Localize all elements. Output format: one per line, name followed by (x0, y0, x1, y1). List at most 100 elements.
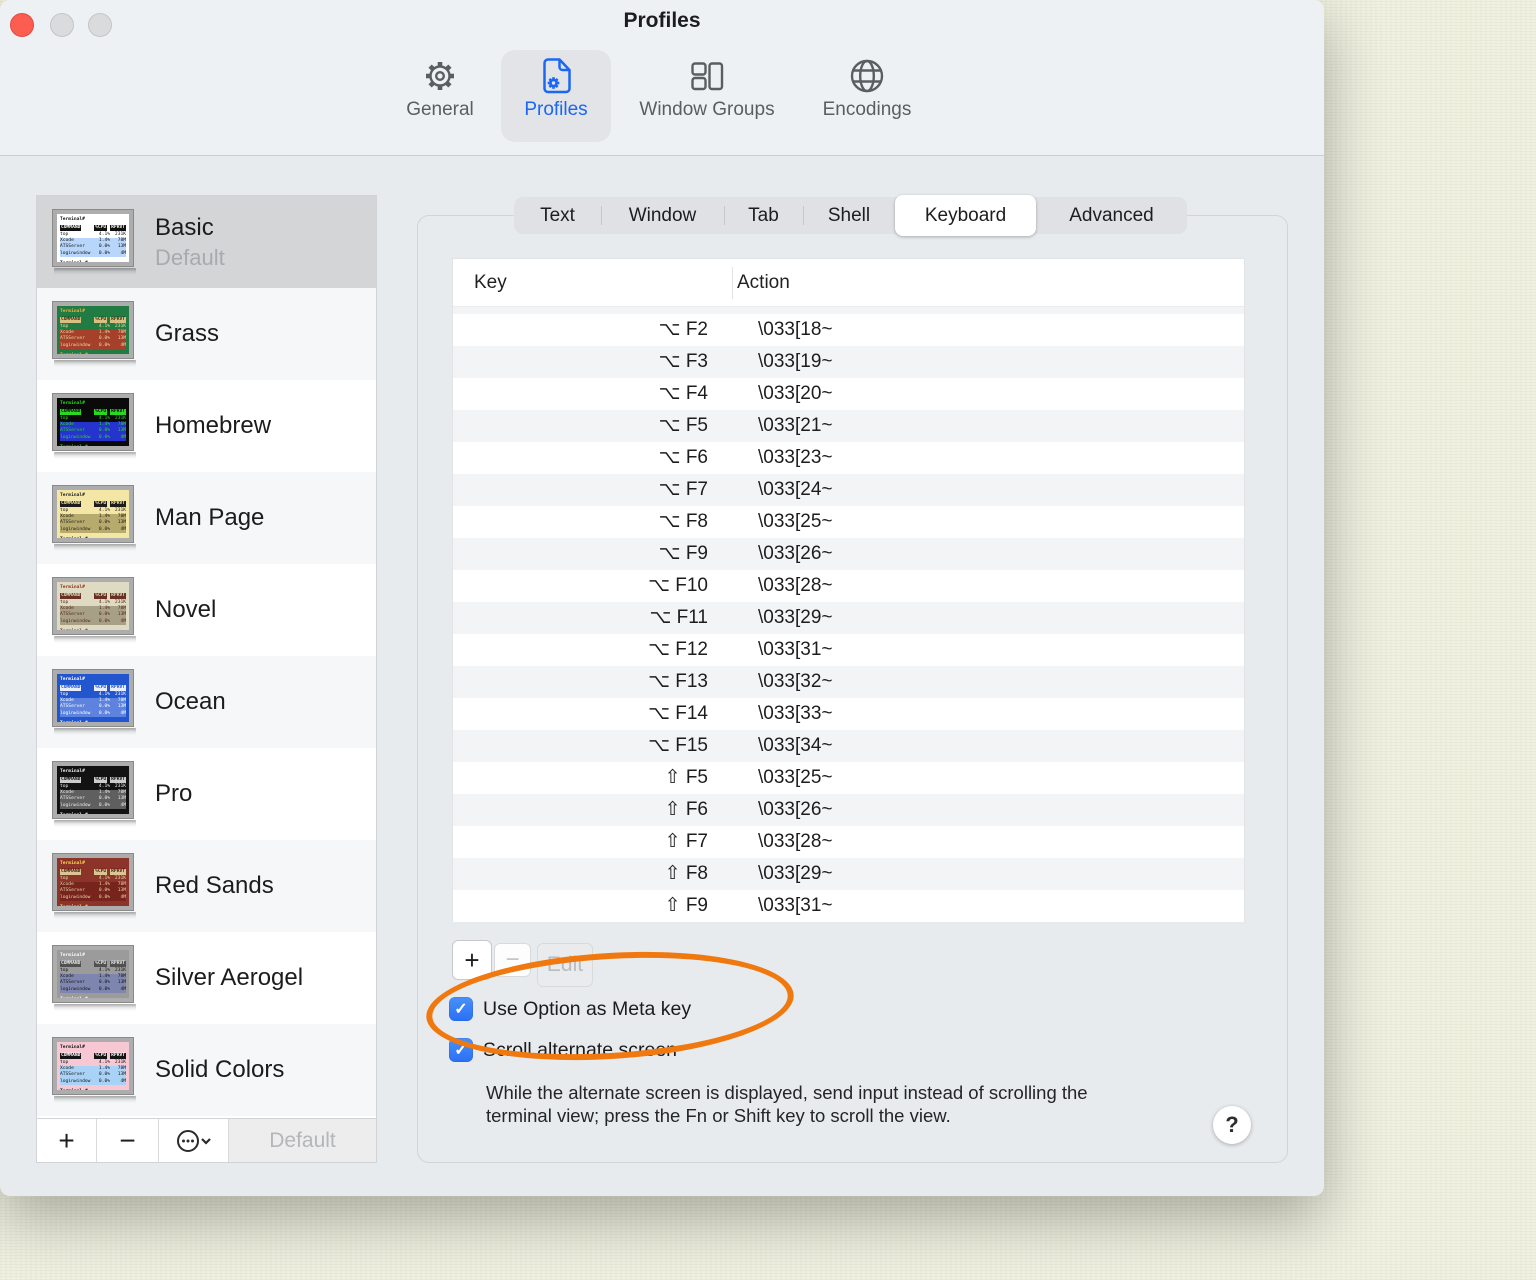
key-binding-row[interactable]: ⌥ F14 \033[33~ (453, 698, 1244, 730)
key-binding-row[interactable]: ⌥ F8 \033[25~ (453, 506, 1244, 538)
key-binding-row[interactable]: ⌥ F4 \033[20~ (453, 378, 1244, 410)
binding-action: \033[18~ (758, 319, 833, 340)
add-profile-button[interactable]: + (37, 1119, 97, 1162)
binding-action: \033[31~ (758, 639, 833, 660)
key-binding-row[interactable]: ⇧ F5 \033[25~ (453, 762, 1244, 794)
gear-icon (418, 54, 462, 98)
binding-key: ⇧ F7 (664, 831, 708, 852)
profile-name: Solid Colors (155, 1056, 285, 1083)
tab-label: Advanced (1069, 204, 1154, 226)
help-button[interactable]: ? (1213, 1106, 1251, 1144)
profile-list-item-silver-aerogel[interactable]: Terminal# COMMAND %CPU RPRVT top 4.1% 231K Xcod… (37, 932, 376, 1024)
binding-action: \033[25~ (758, 767, 833, 788)
key-binding-row[interactable]: ⌥ F15 \033[34~ (453, 730, 1244, 762)
column-header-action[interactable]: Action (711, 272, 790, 294)
tab-text[interactable]: Text (514, 197, 601, 234)
profile-list-item-basic[interactable]: Terminal# COMMAND %CPU RPRVT top 4.1% 231K Xcod… (37, 196, 376, 288)
scroll-alternate-screen-checkbox[interactable]: ✓ Scroll alternate screen (449, 1038, 677, 1062)
use-option-as-meta-key-checkbox[interactable]: ✓ Use Option as Meta key (449, 997, 691, 1021)
key-bindings-table: Key Action ⌥ F2 \033[18~ ⌥ F3 \033[19~ ⌥… (452, 258, 1245, 922)
binding-key: ⌥ F10 (648, 575, 708, 596)
thumbnail-reflection (54, 359, 136, 367)
tab-label: Tab (748, 204, 779, 226)
key-binding-row[interactable]: ⌥ F12 \033[31~ (453, 634, 1244, 666)
sidebar-footer: + − Default (37, 1118, 376, 1162)
tab-keyboard[interactable]: Keyboard (895, 195, 1036, 236)
profile-list-item-pro[interactable]: Terminal# COMMAND %CPU RPRVT top 4.1% 231K Xcod… (37, 748, 376, 840)
profile-name: Grass (155, 320, 220, 347)
column-header-key[interactable]: Key (453, 272, 711, 294)
profile-list-item-solid-colors[interactable]: Terminal# COMMAND %CPU RPRVT top 4.1% 231K Xcod… (37, 1024, 376, 1116)
binding-action: \033[26~ (758, 543, 833, 564)
tab-label: Shell (827, 204, 871, 226)
toolbar-label-window-groups: Window Groups (639, 99, 775, 120)
toolbar-item-general[interactable]: General (396, 54, 484, 138)
profile-list-item-novel[interactable]: Terminal# COMMAND %CPU RPRVT top 4.1% 231K Xcod… (37, 564, 376, 656)
binding-key: ⌥ F8 (658, 511, 708, 532)
binding-key: ⇧ F8 (664, 863, 708, 884)
binding-key: ⌥ F7 (658, 479, 708, 500)
key-binding-row[interactable]: ⌥ F11 \033[29~ (453, 602, 1244, 634)
checkbox-label: Use Option as Meta key (483, 997, 692, 1020)
profile-name: Homebrew (155, 412, 272, 439)
key-binding-row[interactable]: ⌥ F7 \033[24~ (453, 474, 1244, 506)
thumbnail-reflection (54, 451, 136, 459)
profile-thumbnail: Terminal# COMMAND %CPU RPRVT top 4.1% 231K Xcod… (52, 668, 141, 735)
key-binding-row[interactable]: ⌥ F3 \033[19~ (453, 346, 1244, 378)
default-button[interactable]: Default (229, 1119, 376, 1162)
table-header: Key Action (453, 259, 1244, 307)
titlebar: Profiles General Profiles Window Groups … (0, 0, 1324, 156)
binding-key: ⌥ F12 (648, 639, 708, 660)
profile-list-item-grass[interactable]: Terminal# COMMAND %CPU RPRVT top 4.1% 231K Xcod… (37, 288, 376, 380)
ellipsis-circle-icon (176, 1127, 212, 1155)
tab-advanced[interactable]: Advanced (1036, 197, 1187, 234)
profile-list-item-ocean[interactable]: Terminal# COMMAND %CPU RPRVT top 4.1% 231K Xcod… (37, 656, 376, 748)
profile-thumbnail: Terminal# COMMAND %CPU RPRVT top 4.1% 231K Xcod… (52, 392, 141, 459)
profile-subtitle: Default (155, 244, 225, 270)
binding-action: \033[23~ (758, 447, 833, 468)
key-binding-row[interactable]: ⇧ F6 \033[26~ (453, 794, 1244, 826)
profile-list-item-man-page[interactable]: Terminal# COMMAND %CPU RPRVT top 4.1% 231K Xcod… (37, 472, 376, 564)
add-binding-button[interactable]: + (452, 940, 492, 980)
profile-thumbnail: Terminal# COMMAND %CPU RPRVT top 4.1% 231K Xcod… (52, 208, 141, 275)
tab-shell[interactable]: Shell (803, 197, 895, 234)
tab-window[interactable]: Window (601, 197, 724, 234)
help-text-line: While the alternate screen is displayed,… (486, 1082, 1088, 1103)
key-binding-row[interactable]: ⌥ F5 \033[21~ (453, 410, 1244, 442)
toolbar-item-encodings[interactable]: Encodings (806, 54, 928, 138)
profile-thumbnail: Terminal# COMMAND %CPU RPRVT top 4.1% 231K Xcod… (52, 944, 141, 1011)
toolbar-item-profiles[interactable]: Profiles (501, 50, 611, 142)
remove-binding-button[interactable]: − (494, 943, 531, 977)
key-binding-row[interactable]: ⇧ F7 \033[28~ (453, 826, 1244, 858)
profile-name: Pro (155, 780, 193, 807)
binding-action: \033[29~ (758, 607, 833, 628)
key-binding-row[interactable]: ⌥ F10 \033[28~ (453, 570, 1244, 602)
key-binding-row[interactable]: ⌥ F13 \033[32~ (453, 666, 1244, 698)
profiles-doc-icon (534, 54, 578, 98)
key-binding-row[interactable]: ⇧ F8 \033[29~ (453, 858, 1244, 890)
thumbnail-reflection (54, 1095, 136, 1103)
profile-list: Terminal# COMMAND %CPU RPRVT top 4.1% 231K Xcod… (37, 196, 376, 1119)
key-binding-row[interactable]: ⌥ F2 \033[18~ (453, 314, 1244, 346)
profile-name: Man Page (155, 504, 265, 531)
checkbox-checked-icon: ✓ (449, 997, 473, 1021)
more-options-button[interactable] (159, 1119, 229, 1162)
binding-key: ⇧ F5 (664, 767, 708, 788)
tab-tab[interactable]: Tab (724, 197, 803, 234)
thumbnail-reflection (54, 819, 136, 827)
preferences-window: Profiles General Profiles Window Groups … (0, 0, 1324, 1196)
profile-list-item-red-sands[interactable]: Terminal# COMMAND %CPU RPRVT top 4.1% 231K Xcod… (37, 840, 376, 932)
key-binding-row[interactable]: ⇧ F9 \033[31~ (453, 890, 1244, 922)
binding-action: \033[24~ (758, 479, 833, 500)
toolbar-item-window-groups[interactable]: Window Groups (618, 54, 796, 138)
tab-label: Keyboard (924, 204, 1007, 226)
binding-action: \033[20~ (758, 383, 833, 404)
edit-binding-button[interactable]: Edit (537, 943, 593, 987)
key-binding-row[interactable]: ⌥ F6 \033[23~ (453, 442, 1244, 474)
profile-list-item-homebrew[interactable]: Terminal# COMMAND %CPU RPRVT top 4.1% 231K Xcod… (37, 380, 376, 472)
desktop: Profiles General Profiles Window Groups … (0, 0, 1536, 1280)
key-binding-row[interactable]: ⌥ F9 \033[26~ (453, 538, 1244, 570)
remove-profile-button[interactable]: − (97, 1119, 159, 1162)
checkbox-checked-icon: ✓ (449, 1038, 473, 1062)
tab-label: Window (628, 204, 697, 226)
